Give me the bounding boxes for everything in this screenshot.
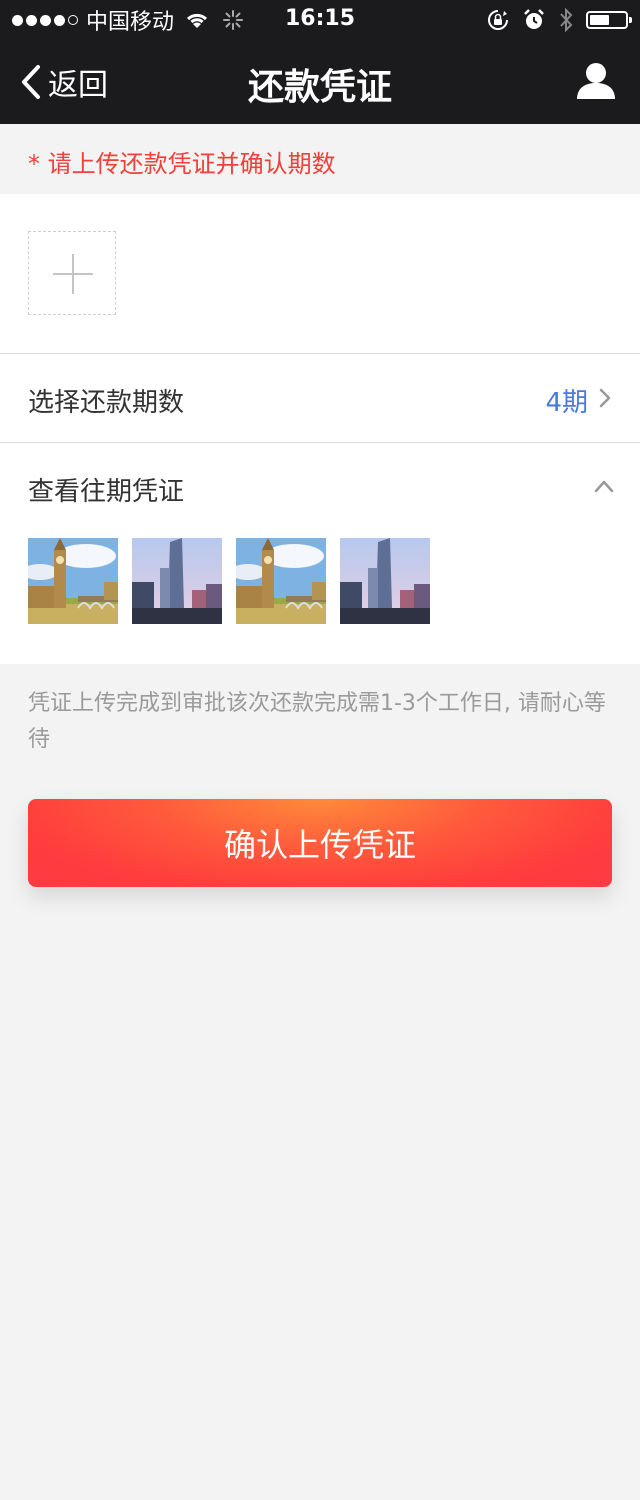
- chevron-up-icon[interactable]: [594, 479, 614, 493]
- status-bar: 中国移动 16:15: [0, 0, 640, 40]
- big-ben-photo[interactable]: [236, 538, 326, 624]
- select-period-row[interactable]: 选择还款期数 4期: [0, 354, 640, 443]
- add-voucher-button[interactable]: [28, 231, 116, 315]
- status-bar-right: [486, 6, 632, 34]
- user-icon[interactable]: [576, 60, 616, 100]
- battery-icon: [586, 11, 632, 29]
- confirm-upload-button[interactable]: 确认上传凭证: [28, 799, 612, 887]
- chevron-right-icon: [599, 388, 611, 408]
- history-section: 查看往期凭证: [0, 443, 640, 664]
- nav-bar: 返回 还款凭证: [0, 40, 640, 124]
- skyscraper-photo[interactable]: [340, 538, 430, 624]
- page-title: 还款凭证: [247, 67, 392, 108]
- upload-notice: * 请上传还款凭证并确认期数: [0, 124, 640, 194]
- history-label: 查看往期凭证: [28, 477, 185, 507]
- period-label: 选择还款期数: [28, 388, 185, 418]
- notice-text: * 请上传还款凭证并确认期数: [28, 150, 336, 178]
- rotation-lock-icon: [488, 10, 508, 30]
- upload-card: [0, 194, 640, 354]
- skyscraper-photo[interactable]: [132, 538, 222, 624]
- processing-info: 凭证上传完成到审批该次还款完成需1-3个工作日, 请耐心等待: [28, 691, 606, 752]
- history-thumbnails: [28, 538, 430, 624]
- big-ben-photo[interactable]: [28, 538, 118, 624]
- bluetooth-icon: [560, 7, 573, 33]
- alarm-icon: [524, 9, 544, 29]
- period-value: 4期: [545, 388, 588, 418]
